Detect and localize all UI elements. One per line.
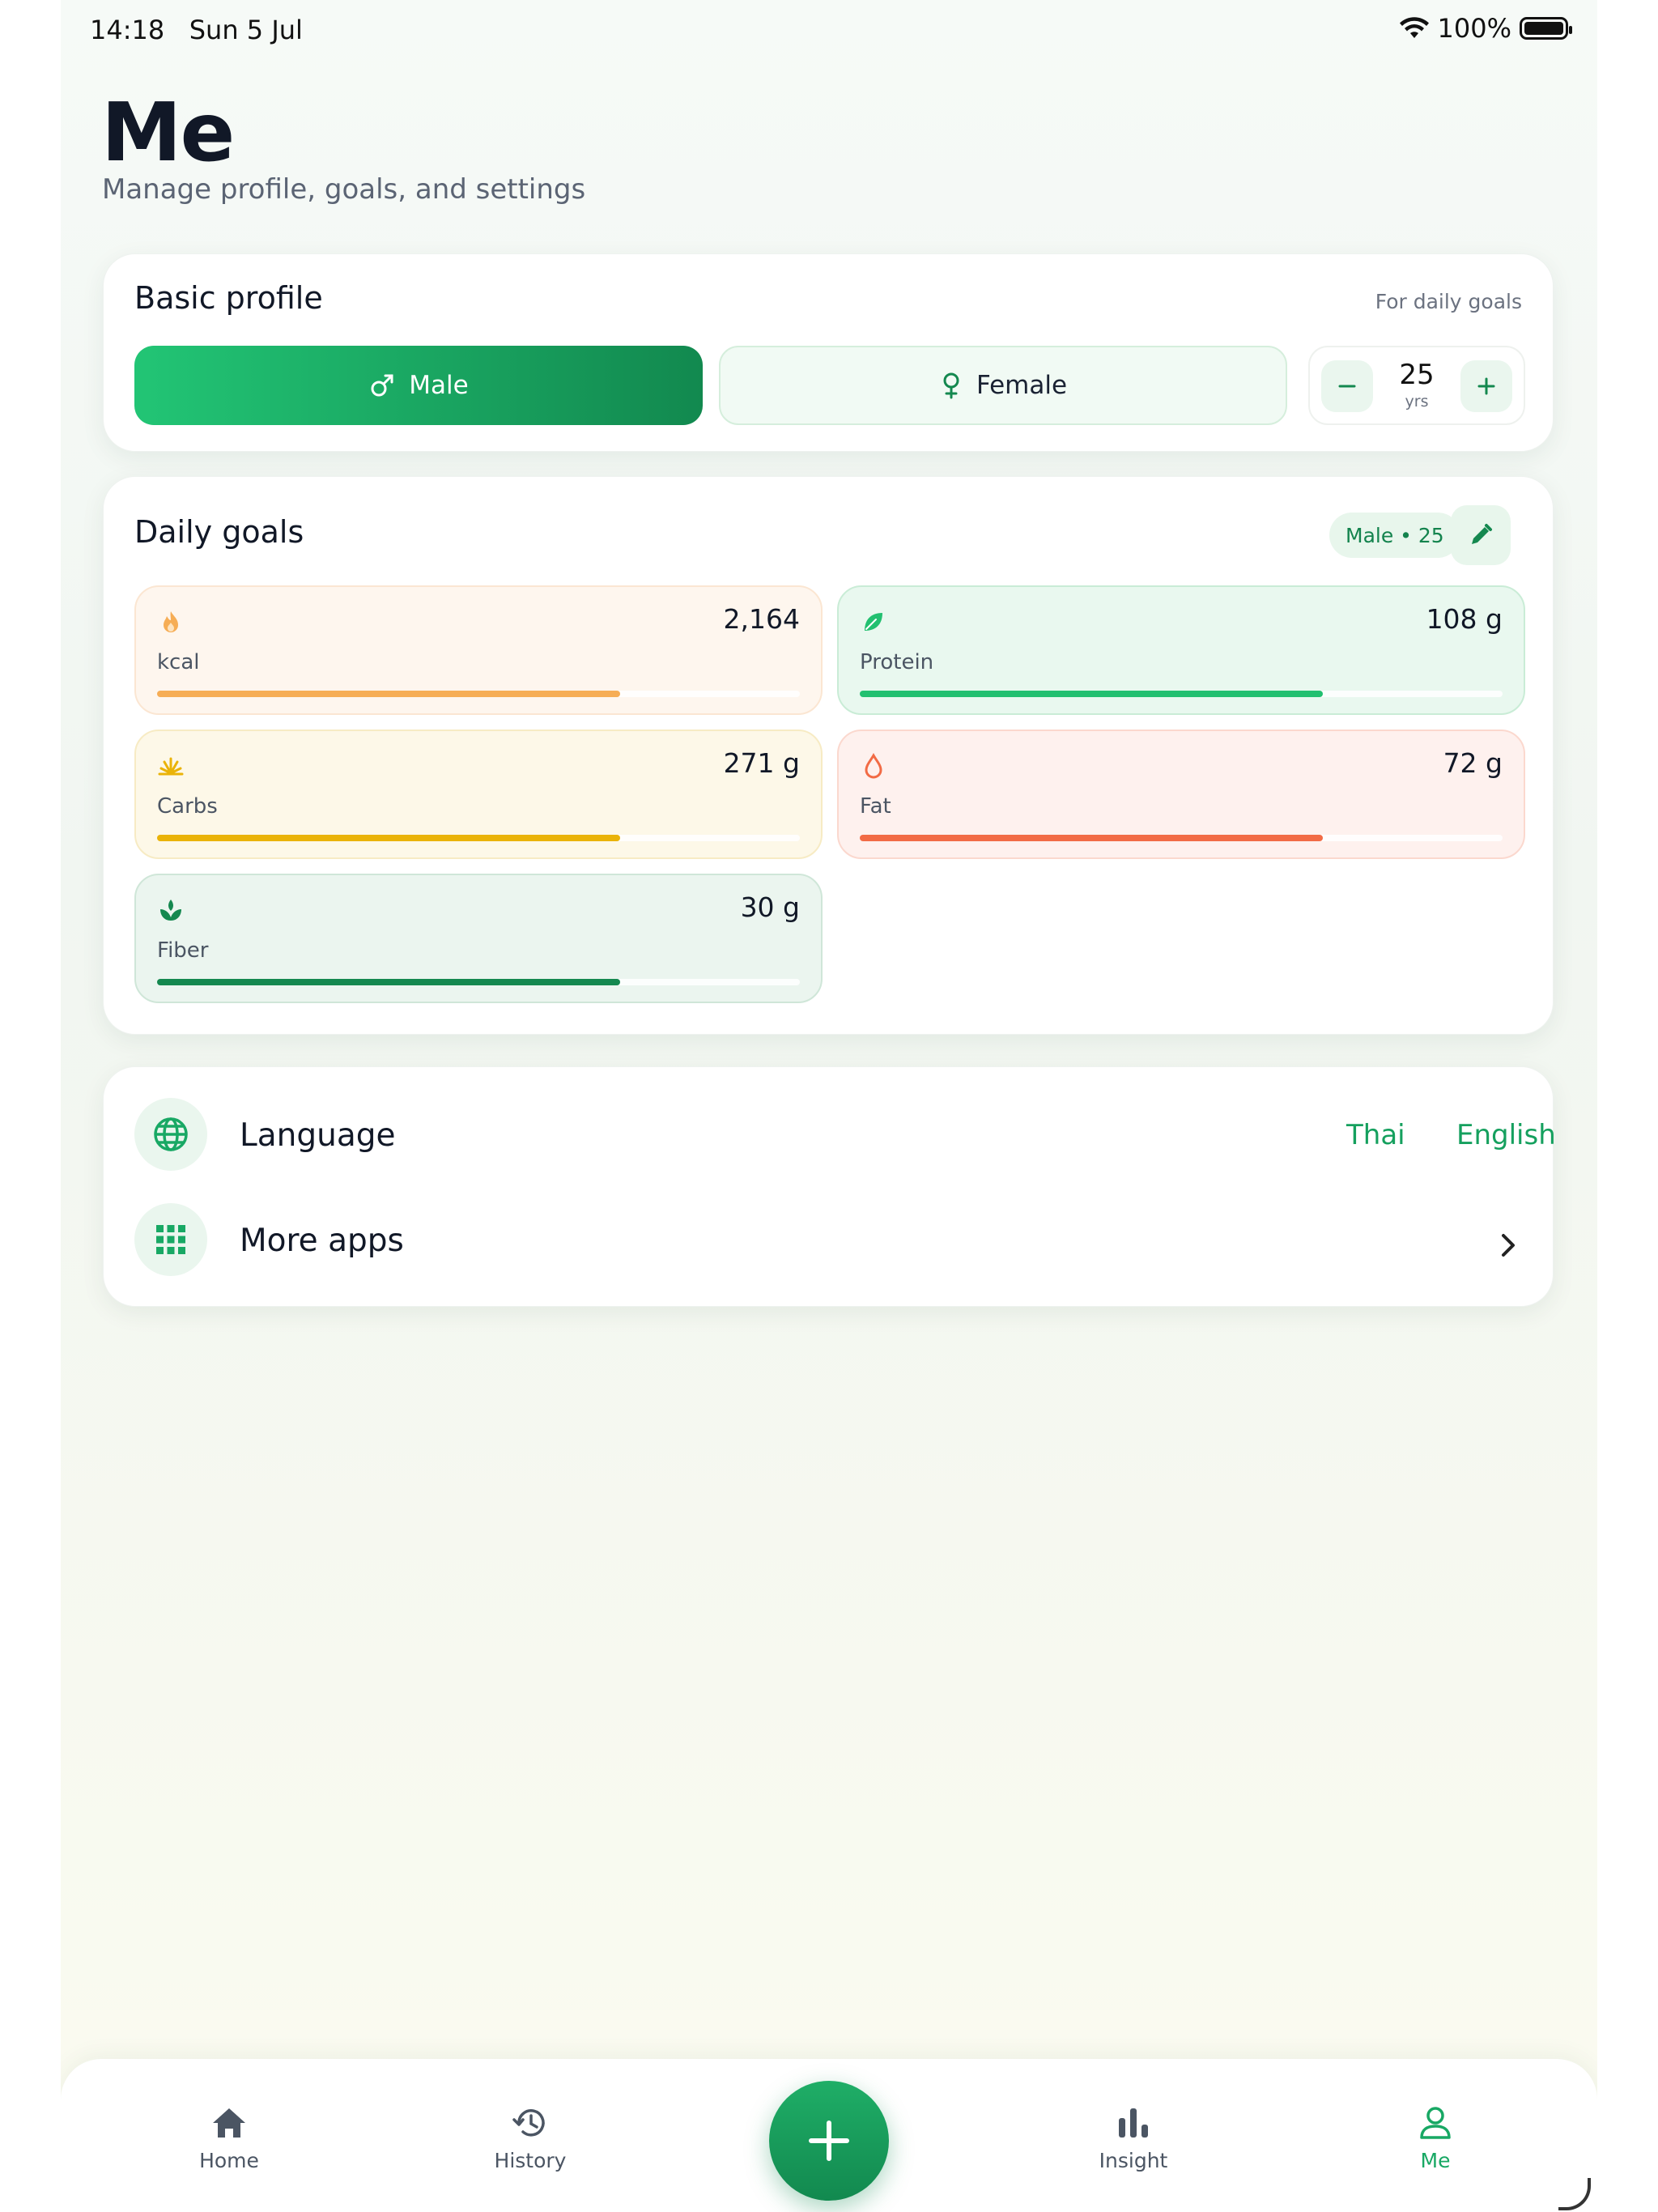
male-symbol-icon (371, 374, 393, 397)
goal-kcal-label: kcal (157, 650, 200, 674)
goal-fat-progress (860, 835, 1323, 841)
status-bar: 14:18 Sun 5 Jul 100% (61, 0, 1597, 57)
goal-fiber-value: 30 g (740, 891, 800, 923)
plus-icon (1477, 377, 1495, 395)
status-time: 14:18 Sun 5 Jul (90, 15, 303, 45)
nav-insight[interactable]: Insight (1069, 2104, 1198, 2172)
goal-protein-value: 108 g (1426, 603, 1503, 635)
language-row: Language Thai English (104, 1067, 1556, 1189)
wifi-icon (1399, 17, 1429, 38)
drop-icon (865, 752, 882, 779)
language-label: Language (240, 1117, 396, 1154)
nav-history-label: History (494, 2149, 567, 2172)
goal-carbs: 271 g Carbs (134, 730, 823, 859)
goal-protein: 108 g Protein (837, 585, 1525, 715)
nav-home-label: Home (199, 2149, 259, 2172)
profile-summary-badge: Male • 25 (1329, 513, 1460, 558)
goal-fiber-track (157, 979, 800, 985)
gender-male-label: Male (409, 371, 469, 400)
page-subtitle: Manage profile, goals, and settings (102, 173, 586, 206)
sprout-icon (160, 900, 181, 921)
goal-kcal-progress (157, 691, 620, 697)
nav-home[interactable]: Home (164, 2104, 294, 2172)
female-symbol-icon (943, 372, 959, 399)
more-apps-row-icon (134, 1203, 207, 1276)
goal-carbs-value: 271 g (723, 747, 800, 779)
status-date: Sun 5 Jul (189, 15, 303, 45)
goal-kcal: 2,164 kcal (134, 585, 823, 715)
user-icon (1420, 2107, 1451, 2139)
goal-fiber: 30 g Fiber (134, 874, 823, 1003)
pencil-icon (1472, 524, 1492, 544)
leaf-icon (865, 613, 882, 631)
chevron-right-icon (1502, 1234, 1515, 1257)
battery-icon (1520, 17, 1572, 40)
page-title: Me (101, 85, 235, 180)
language-row-icon (134, 1098, 207, 1171)
app-screen: 14:18 Sun 5 Jul 100% Me Manage profile, … (61, 0, 1597, 2212)
bar-chart-icon (1119, 2108, 1148, 2138)
goal-protein-progress (860, 691, 1323, 697)
basic-profile-hint: For daily goals (1375, 290, 1522, 313)
edit-goals-button[interactable] (1451, 505, 1511, 565)
app-grid-icon (156, 1225, 185, 1254)
goal-fat: 72 g Fat (837, 730, 1525, 859)
goal-fat-track (860, 835, 1503, 841)
home-icon (213, 2108, 245, 2138)
wheat-icon (158, 757, 184, 776)
goal-kcal-track (157, 691, 800, 697)
goal-protein-label: Protein (860, 650, 934, 674)
goal-carbs-label: Carbs (157, 794, 218, 819)
more-apps-row[interactable]: More apps (104, 1189, 1553, 1308)
age-increment-button[interactable] (1460, 360, 1512, 412)
gender-female-button[interactable]: Female (719, 346, 1287, 425)
goal-carbs-track (157, 835, 800, 841)
goal-kcal-value: 2,164 (723, 603, 800, 635)
goal-fat-label: Fat (860, 794, 891, 819)
settings-card: Language Thai English More apps (103, 1066, 1556, 1308)
globe-icon (154, 1117, 188, 1151)
language-option-thai[interactable]: Thai (1346, 1119, 1405, 1151)
goal-fiber-progress (157, 979, 620, 985)
goal-carbs-progress (157, 835, 620, 841)
gender-female-label: Female (976, 371, 1068, 400)
status-clock: 14:18 (90, 15, 165, 45)
daily-goals-card: Daily goals Male • 25 2,164 kcal 108 g P… (103, 476, 1554, 1035)
goal-fiber-label: Fiber (157, 938, 209, 963)
add-entry-button[interactable] (769, 2081, 889, 2201)
nav-history[interactable]: History (466, 2104, 595, 2172)
nav-me[interactable]: Me (1371, 2104, 1500, 2172)
gender-male-button[interactable]: Male (134, 346, 703, 425)
goal-fat-value: 72 g (1443, 747, 1503, 779)
basic-profile-card: Basic profile For daily goals Male Femal… (103, 253, 1554, 452)
battery-percent: 100% (1437, 13, 1511, 44)
history-icon (512, 2109, 545, 2137)
basic-profile-title: Basic profile (134, 280, 323, 316)
age-stepper: 25 yrs (1308, 346, 1525, 425)
more-apps-label: More apps (240, 1223, 404, 1259)
nav-me-label: Me (1420, 2149, 1451, 2172)
language-option-english[interactable]: English (1456, 1119, 1556, 1151)
flame-icon (164, 611, 178, 632)
daily-goals-title: Daily goals (134, 514, 304, 550)
nav-insight-label: Insight (1099, 2149, 1168, 2172)
bottom-nav: Home History Insight Me (61, 2059, 1597, 2212)
status-right: 100% (1399, 13, 1572, 44)
goal-protein-track (860, 691, 1503, 697)
plus-icon (809, 2121, 849, 2161)
